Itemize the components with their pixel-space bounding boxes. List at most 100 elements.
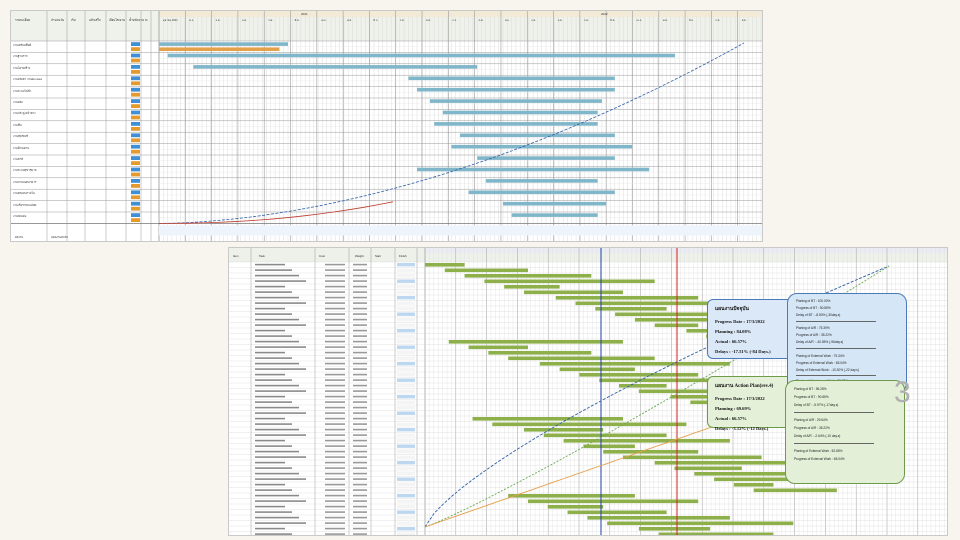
- footer-band: [159, 225, 762, 236]
- gantt-bar: [607, 521, 794, 526]
- stat-line: Planing of A/R : 75.39%: [796, 326, 830, 330]
- stat-line: Progress of A/R : 35.22%: [796, 333, 832, 337]
- task-text-stub: [255, 428, 299, 431]
- task-text-stub: [255, 439, 285, 442]
- task-text-stub: [255, 406, 299, 409]
- month-label: ก.พ.: [268, 19, 273, 22]
- cost-text-stub: [325, 263, 345, 266]
- cost-text-stub: [325, 390, 345, 392]
- gantt-plan-bar: [167, 53, 675, 58]
- task-label: งานผนัง: [13, 100, 23, 104]
- status-chip-plan: [131, 156, 140, 160]
- finish-cell: [397, 510, 415, 514]
- gantt-bar: [484, 279, 655, 284]
- finish-column-header: แล้วเสร็จ: [89, 18, 101, 22]
- stat-line: Planing of A/R : 29.64%: [794, 418, 828, 422]
- month-label: ก.ค.: [715, 19, 721, 22]
- gantt-bar: [654, 323, 699, 328]
- weight-text-stub: [353, 285, 367, 288]
- gantt-bar: [468, 345, 528, 350]
- cost-text-stub: [325, 269, 345, 271]
- weight-text-stub: [353, 505, 367, 508]
- gantt-plan-bar: [417, 87, 615, 92]
- month-label: ม.ค.: [241, 19, 247, 22]
- actual-s-curve: [159, 201, 394, 224]
- cost-text-stub: [325, 351, 345, 354]
- stat-line: Planing of BT : 100.00%: [796, 299, 831, 303]
- cost-text-stub: [325, 291, 345, 293]
- task-text-stub: [255, 500, 306, 502]
- finish-cell: [397, 329, 415, 333]
- page-number: 3: [894, 376, 911, 409]
- weight-text-stub: [353, 406, 367, 409]
- task-text-stub: [255, 357, 292, 359]
- gantt-bar: [472, 417, 623, 421]
- task-text-stub: [255, 412, 306, 414]
- cost-text-stub: [325, 428, 345, 431]
- finish-cell: [397, 400, 415, 404]
- status-chip-plan: [131, 122, 140, 126]
- year-band: [159, 11, 762, 17]
- cost-text-stub: [325, 406, 345, 409]
- weight-text-stub: [353, 450, 367, 453]
- gantt-bar: [733, 483, 774, 487]
- weight-text-stub: [353, 412, 367, 414]
- screenshot-stage: รายละเอียด จำนวนวัน เริ่ม แล้วเสร็จ เงื่…: [0, 0, 960, 540]
- finish-cell: [397, 389, 415, 393]
- finish-cell: [397, 263, 415, 267]
- year-label: 2021: [301, 12, 308, 16]
- finish-cell: [397, 505, 415, 509]
- gantt-plan-bar: [485, 179, 598, 183]
- finish-cell: [397, 334, 415, 338]
- finish-cell: [397, 527, 415, 531]
- month-label: พ.ย.: [504, 19, 510, 22]
- status-chip-plan: [131, 179, 140, 183]
- stat-line: Delay of BT : -5.97% (-17day.s): [794, 403, 839, 407]
- task-text-stub: [255, 450, 299, 453]
- weight-text-stub: [353, 280, 367, 282]
- task-text-stub: [255, 307, 285, 310]
- weight-text-stub: [353, 527, 367, 530]
- cost-text-stub: [325, 340, 345, 343]
- weight-text-stub: [353, 351, 367, 354]
- start-column-header: Start: [375, 254, 381, 258]
- month-label: เม.ย.: [636, 19, 643, 22]
- finish-cell: [397, 356, 415, 360]
- progress-date: Progress Date : 17/3/2022: [715, 319, 765, 324]
- gantt-bar: [543, 433, 667, 438]
- gantt-bar: [492, 422, 687, 427]
- cost-text-stub: [325, 500, 345, 502]
- condition-column-header: เงื่อนไข/งาน: [109, 18, 125, 22]
- finish-cell: [397, 466, 415, 470]
- task-text-stub: [255, 417, 285, 420]
- finish-cell: [397, 472, 415, 476]
- task-text-stub: [255, 280, 306, 282]
- task-text-stub: [255, 362, 299, 365]
- status-chip-plan: [131, 76, 140, 81]
- status-chip-actual: [131, 58, 140, 63]
- year-label: 2022: [601, 12, 608, 16]
- task-text-stub: [255, 516, 299, 519]
- stat-line: Delay of A/R : -2.64% (-10 day.s): [794, 434, 841, 438]
- weight-text-stub: [353, 478, 367, 480]
- month-label: ต.ค.: [478, 19, 484, 22]
- finish-cell: [397, 362, 415, 366]
- weight-text-stub: [353, 335, 367, 337]
- weight-text-stub: [353, 483, 367, 486]
- finish-cell: [397, 367, 415, 371]
- gantt-bar: [567, 510, 667, 515]
- finish-cell: [397, 290, 415, 294]
- planning-value: Planning : 84.08%: [715, 329, 752, 334]
- task-text-stub: [255, 335, 292, 337]
- task-label: งานภายนอกอาคาร: [13, 179, 37, 184]
- weight-text-stub: [353, 489, 367, 491]
- cost-text-stub: [325, 373, 345, 376]
- cost-text-stub: [325, 313, 345, 315]
- current-plan-callout: แผนงานปัจจุบัน Progress Date : 17/3/2022…: [707, 299, 795, 359]
- task-label: งานเตรียมพื้นที่: [13, 43, 32, 47]
- month-label: ธ.ค.: [215, 19, 221, 22]
- finish-cell: [397, 417, 415, 421]
- weight-text-stub: [353, 494, 367, 497]
- planning-value: Planning : 69.69%: [715, 406, 752, 411]
- cost-text-stub: [325, 423, 345, 425]
